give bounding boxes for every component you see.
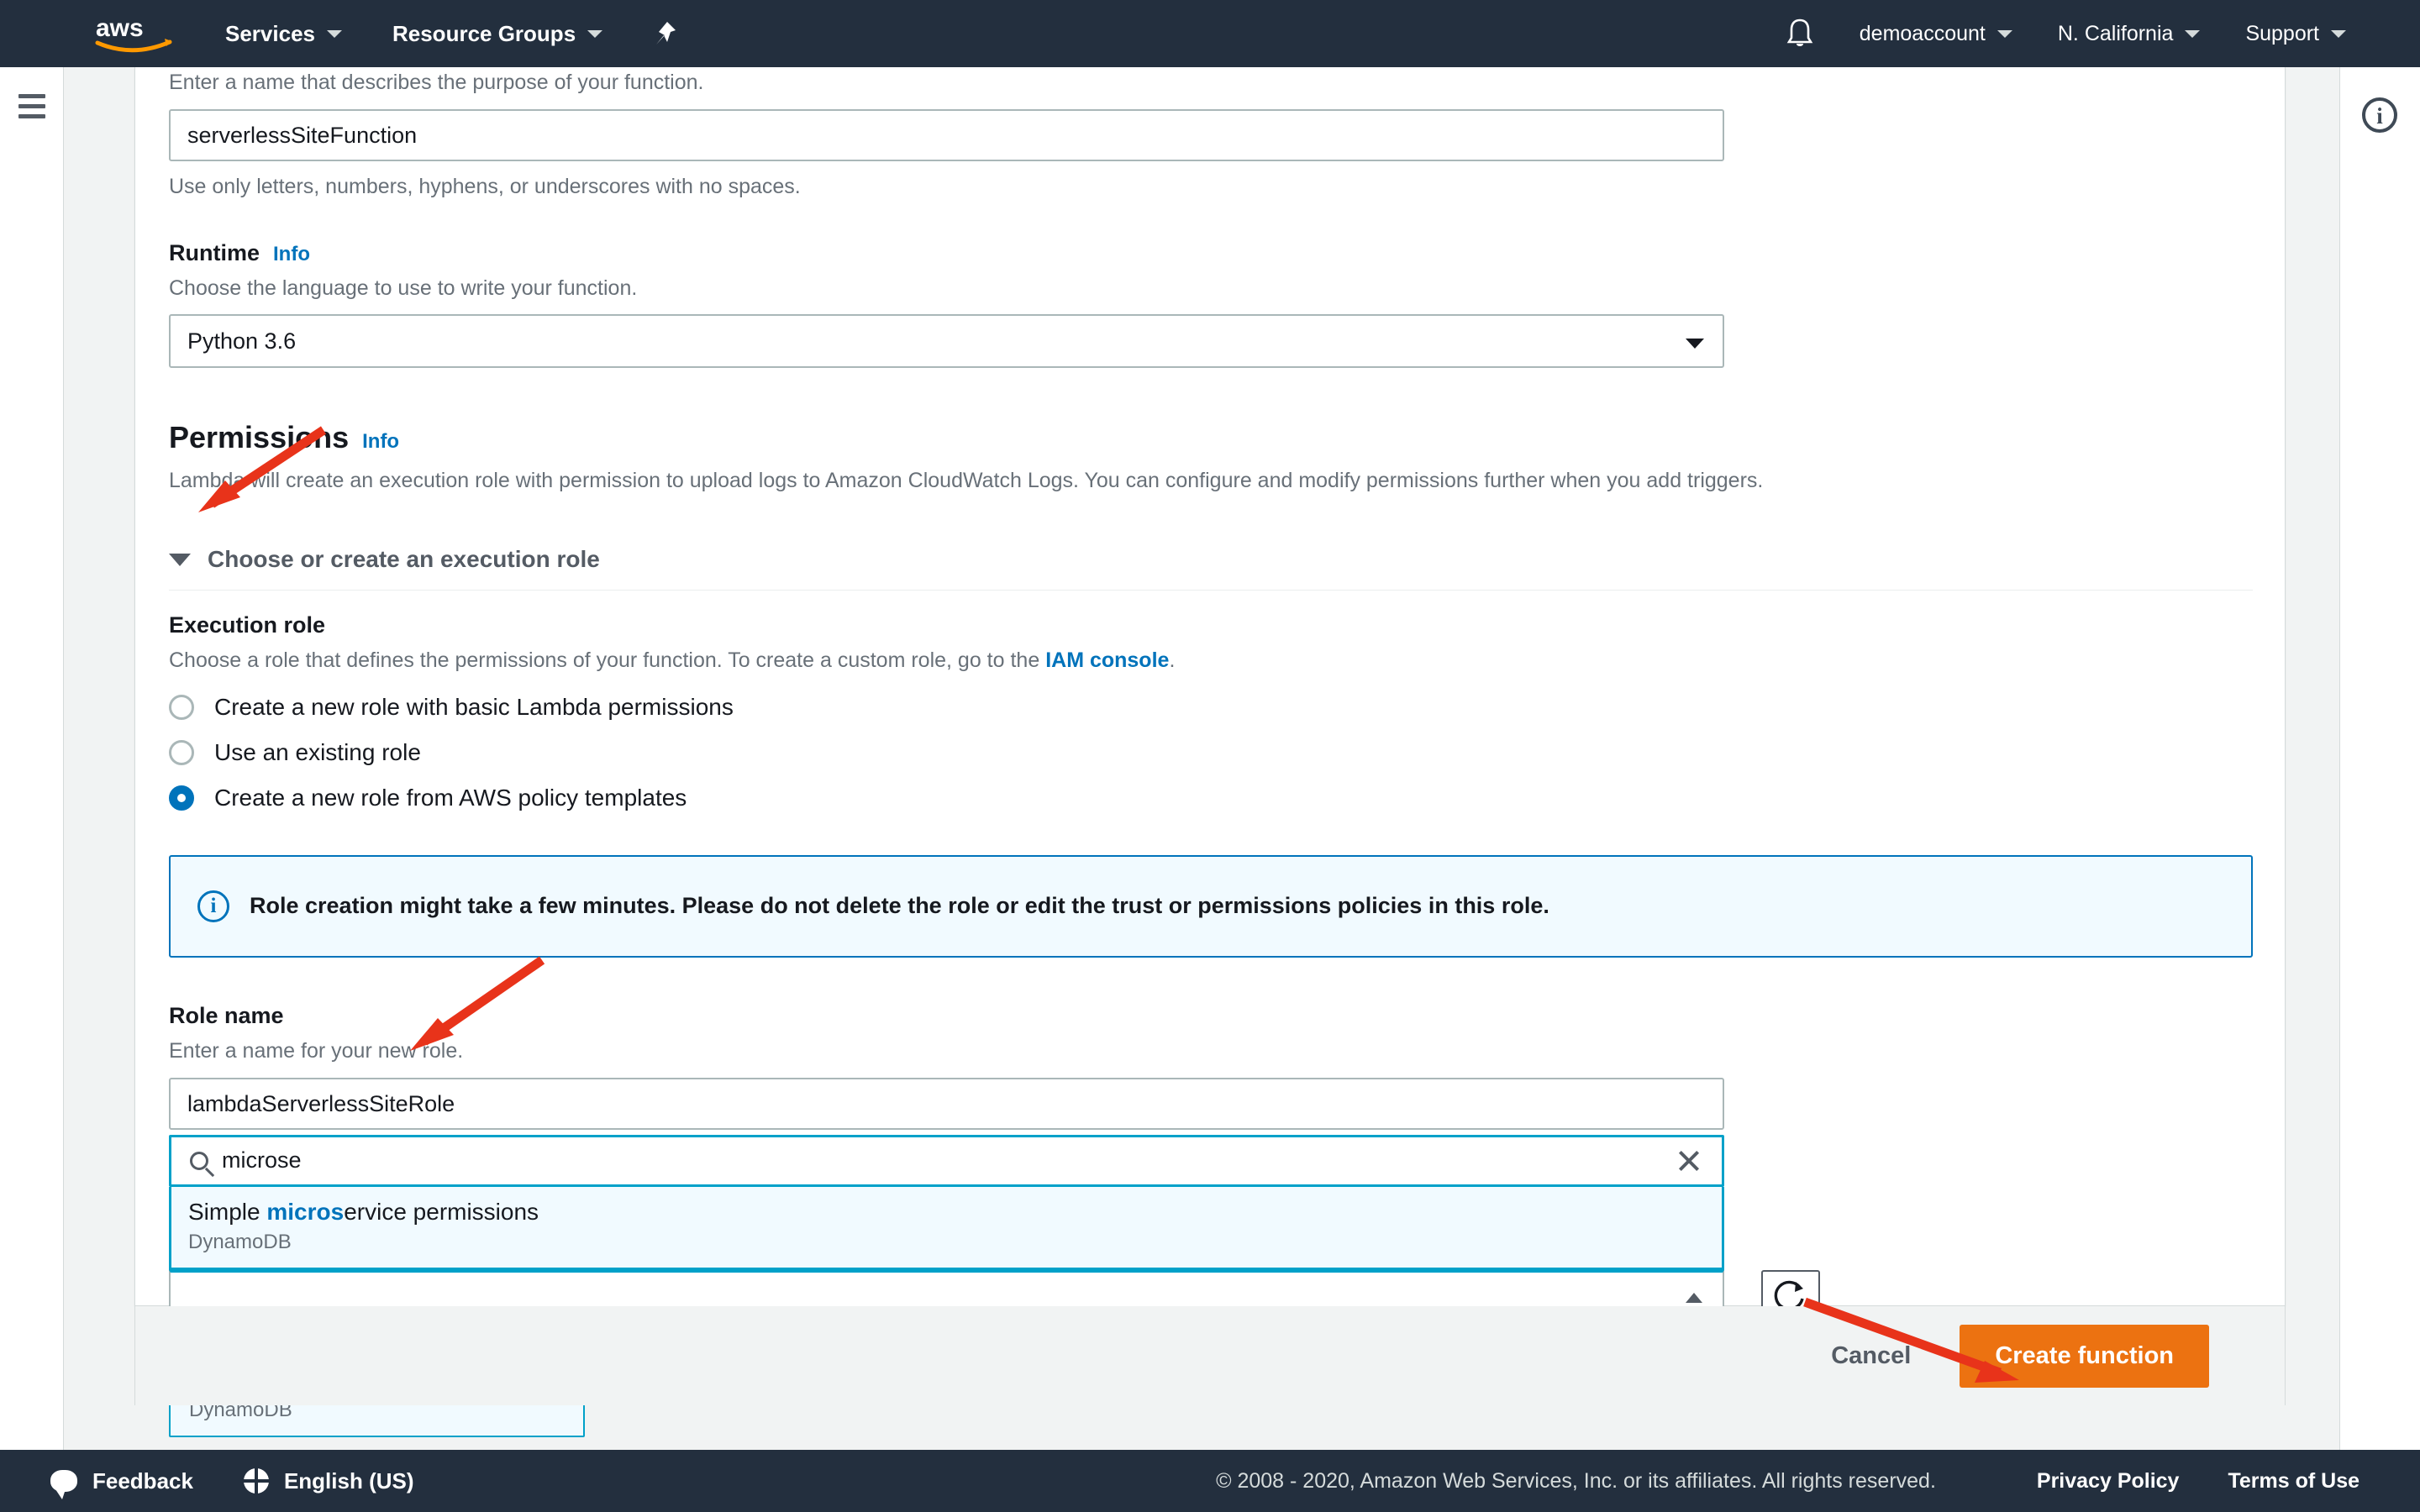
suggestion-subtitle: DynamoDB [188,1230,292,1253]
chevron-down-icon [2185,29,2201,38]
privacy-policy-link[interactable]: Privacy Policy [2037,1469,2180,1494]
execution-role-helper: Choose a role that defines the permissio… [169,647,2251,675]
radio-option-policy-templates[interactable]: Create a new role from AWS policy templa… [169,785,2251,811]
chevron-down-icon [1996,29,2012,38]
info-circle-icon[interactable]: i [2362,97,2397,133]
nav-services-menu[interactable]: Services [225,21,342,47]
radio-option-existing-role[interactable]: Use an existing role [169,739,2251,766]
radio-label: Create a new role from AWS policy templa… [214,784,687,811]
suggestion-prefix: Simple [188,1198,267,1225]
bell-icon[interactable] [1786,18,1814,50]
execution-role-expander[interactable]: Choose or create an execution role [169,546,2251,573]
pin-icon[interactable] [650,19,678,48]
execution-role-group: Execution role Choose a role that define… [169,612,2251,811]
nav-support-label: Support [2245,21,2319,45]
nav-account-label: demoaccount [1859,21,1986,45]
execution-role-label: Execution role [169,612,326,638]
runtime-selected-value: Python 3.6 [187,328,297,354]
clear-icon[interactable] [1675,1147,1703,1175]
role-name-label: Role name [169,1002,284,1028]
role-name-input[interactable]: lambdaServerlessSiteRole [169,1077,1724,1130]
suggestion-match: micros [266,1198,345,1225]
app-root: aws Services Resource Groups demoaccount… [0,0,2420,1512]
function-name-helper-top: Enter a name that describes the purpose … [169,71,704,94]
feedback-bubble-icon [50,1470,77,1499]
nav-region-label: N. California [2057,21,2174,45]
hamburger-menu-icon[interactable] [18,94,45,118]
cancel-button[interactable]: Cancel [1831,1342,1911,1370]
copyright-text: © 2008 - 2020, Amazon Web Services, Inc.… [1216,1468,1936,1493]
radio-option-new-basic-role[interactable]: Create a new role with basic Lambda perm… [169,694,2251,721]
role-creation-alert: i Role creation might take a few minutes… [169,854,2253,958]
aws-logo[interactable]: aws [94,14,175,53]
radio-icon-selected [169,785,194,811]
nav-left-group: Services Resource Groups [175,19,678,48]
execution-role-expander-label: Choose or create an execution role [208,546,600,572]
footer-left-group: Feedback English (US) [50,1467,465,1499]
nav-support-menu[interactable]: Support [2245,22,2346,46]
chevron-down-icon [587,29,603,38]
radio-label: Use an existing role [214,738,421,765]
nav-resource-groups-menu[interactable]: Resource Groups [392,20,603,47]
permissions-section: Permissions Info Lambda will create an e… [169,420,2251,496]
policy-templates-suggestion-list: Simple microservice permissions DynamoDB [169,1186,1724,1270]
nav-services-label: Services [225,20,315,46]
footer-right-group: © 2008 - 2020, Amazon Web Services, Inc.… [1216,1469,2360,1494]
left-sidebar-rail [0,67,64,1450]
alert-message: Role creation might take a few minutes. … [250,893,1549,919]
language-label: English (US) [283,1467,414,1494]
section-divider [169,590,2253,591]
nav-region-menu[interactable]: N. California [2058,22,2201,46]
svg-text:aws: aws [96,14,144,42]
chevron-down-icon [326,29,342,38]
permissions-title: Permissions [169,420,350,455]
function-name-input[interactable]: serverlessSiteFunction [169,108,1724,161]
create-function-form-card: Enter a name that describes the purpose … [134,67,2286,1437]
chevron-down-icon [2331,29,2346,38]
feedback-label: Feedback [92,1467,193,1494]
chevron-up-icon [1686,1292,1702,1303]
chevron-down-icon [1686,339,1704,349]
policy-templates-search-value: microse [222,1147,302,1173]
function-name-field-group: Enter a name that describes the purpose … [169,67,2251,202]
policy-templates-search-input[interactable]: microse [169,1134,1724,1187]
nav-right-group: demoaccount N. California Support [1786,18,2346,50]
form-action-bar: Cancel Create function [134,1306,2286,1405]
execution-role-helper-suffix: . [1169,648,1176,672]
execution-role-helper-prefix: Choose a role that defines the permissio… [169,648,1046,672]
suggestion-suffix: ervice permissions [344,1198,539,1225]
page-footer: Feedback English (US) © 2008 - 2020, Ama… [0,1450,2420,1512]
nav-account-menu[interactable]: demoaccount [1860,22,2012,46]
runtime-info-link[interactable]: Info [273,243,310,266]
form-body: Enter a name that describes the purpose … [135,67,2285,1437]
permissions-description: Lambda will create an execution role wit… [169,469,1764,493]
radio-label: Create a new role with basic Lambda perm… [214,693,734,720]
iam-console-link[interactable]: IAM console [1045,648,1169,672]
top-navigation-bar: aws Services Resource Groups demoaccount… [0,0,2420,67]
search-icon [190,1151,208,1170]
radio-icon [169,694,194,720]
right-help-rail: i [2339,67,2420,1450]
runtime-label: Runtime [169,239,260,265]
terms-of-use-link[interactable]: Terms of Use [2228,1469,2360,1494]
triangle-down-icon [169,553,191,566]
language-selector[interactable]: English (US) [243,1467,414,1494]
runtime-field-group: Runtime Info Choose the language to use … [169,240,2251,369]
permissions-info-link[interactable]: Info [362,430,399,454]
runtime-helper: Choose the language to use to write your… [169,276,638,300]
suggestion-option[interactable]: Simple microservice permissions [188,1199,1705,1226]
globe-icon [243,1468,269,1494]
role-name-helper: Enter a name for your new role. [169,1038,464,1063]
role-name-field-group: Role name Enter a name for your new role… [169,1003,2251,1130]
radio-icon [169,739,194,765]
create-function-button[interactable]: Create function [1960,1324,2209,1388]
runtime-select[interactable]: Python 3.6 [169,314,1724,369]
info-icon: i [197,890,229,922]
function-name-helper-bottom: Use only letters, numbers, hyphens, or u… [169,174,801,198]
feedback-button[interactable]: Feedback [50,1467,193,1499]
nav-resource-groups-label: Resource Groups [392,20,576,46]
